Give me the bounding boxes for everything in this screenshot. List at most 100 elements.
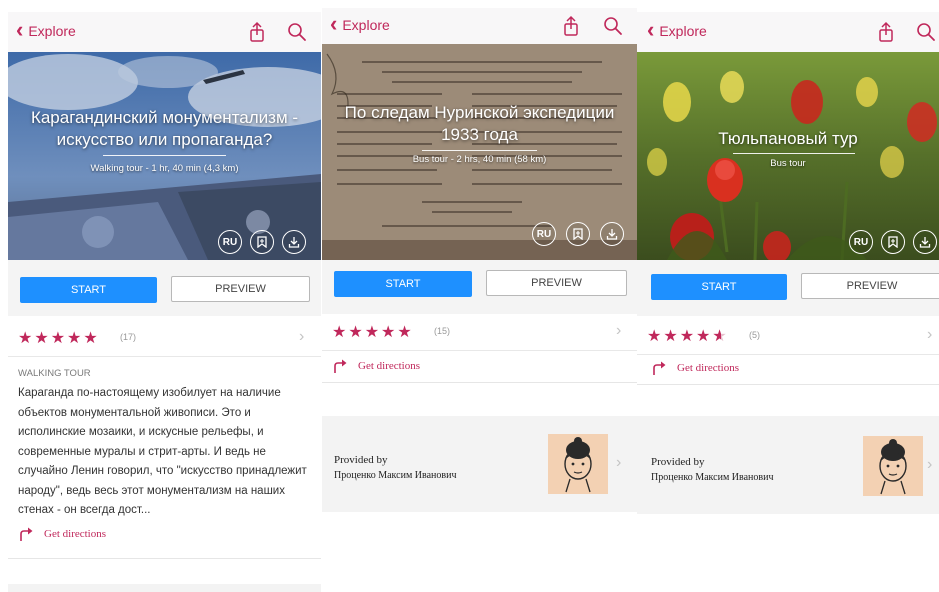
chevron-right-icon: › bbox=[927, 326, 933, 343]
hero-image: Тюльпановый тур Bus tour RU bbox=[637, 52, 939, 260]
start-button[interactable]: START bbox=[334, 271, 472, 297]
get-directions[interactable]: Get directions bbox=[651, 360, 739, 376]
back-label: Explore bbox=[659, 23, 707, 39]
chevron-left-icon: ‹ bbox=[16, 16, 24, 42]
language-button[interactable]: RU bbox=[218, 230, 242, 254]
back-button[interactable]: ‹ Explore bbox=[330, 10, 390, 36]
tulip-field-photo bbox=[637, 52, 939, 260]
back-button[interactable]: ‹ Explore bbox=[16, 16, 76, 42]
bookmark-button[interactable] bbox=[250, 230, 274, 254]
language-button[interactable]: RU bbox=[532, 222, 556, 246]
language-badge: RU bbox=[222, 236, 238, 248]
avatar bbox=[548, 434, 608, 494]
rating-stars: ★★★★★ bbox=[647, 326, 729, 346]
provider-name: Проценко Максим Иванович bbox=[651, 472, 774, 483]
review-count: (17) bbox=[120, 332, 137, 342]
half-star-icon: ★ bbox=[712, 326, 728, 346]
provided-by-label: Provided by bbox=[651, 456, 705, 468]
directions-label: Get directions bbox=[44, 528, 107, 540]
avatar bbox=[863, 436, 923, 496]
language-badge: RU bbox=[536, 228, 552, 240]
rating-row[interactable]: ★★★★★ (5) › bbox=[637, 318, 939, 355]
back-label: Explore bbox=[28, 23, 76, 39]
chevron-right-icon: › bbox=[927, 456, 933, 473]
preview-button[interactable]: PREVIEW bbox=[171, 276, 310, 302]
tour-subtitle: Bus tour bbox=[770, 158, 806, 169]
turn-right-icon bbox=[20, 526, 34, 542]
tour-description: Караганда по-настоящему изобилует на нал… bbox=[18, 387, 307, 516]
bookmark-button[interactable] bbox=[881, 230, 905, 254]
nav-bar: ‹ Explore bbox=[637, 12, 939, 52]
chevron-left-icon: ‹ bbox=[330, 10, 338, 36]
download-icon bbox=[919, 237, 931, 248]
download-icon bbox=[606, 229, 618, 240]
preview-button[interactable]: PREVIEW bbox=[486, 270, 627, 296]
back-label: Explore bbox=[342, 17, 390, 33]
turn-right-icon bbox=[334, 358, 348, 374]
tour-screen-karaganda: ‹ Explore Карагандинский монументализм -… bbox=[8, 12, 321, 592]
title-divider bbox=[103, 155, 226, 156]
search-icon[interactable] bbox=[602, 15, 624, 37]
review-count: (15) bbox=[434, 326, 451, 336]
directions-label: Get directions bbox=[358, 360, 421, 372]
download-button[interactable] bbox=[600, 222, 624, 246]
directions-label: Get directions bbox=[677, 362, 740, 374]
divider bbox=[8, 558, 321, 559]
provider-card[interactable]: Provided by Проценко Максим Иванович › bbox=[637, 416, 939, 514]
provider-strip bbox=[8, 584, 321, 592]
get-directions[interactable]: Get directions bbox=[332, 358, 420, 374]
hero-image: Карагандинский монументализм - искусство… bbox=[8, 52, 321, 260]
start-button[interactable]: START bbox=[651, 274, 787, 300]
hero-image: По следам Нуринской экспедиции 1933 года… bbox=[322, 44, 637, 260]
review-count: (5) bbox=[749, 330, 760, 340]
back-button[interactable]: ‹ Explore bbox=[647, 16, 707, 42]
search-icon[interactable] bbox=[915, 21, 937, 43]
action-area: START PREVIEW bbox=[637, 260, 939, 316]
title-divider bbox=[733, 153, 855, 154]
tour-title: Тюльпановый тур bbox=[718, 129, 858, 148]
chevron-right-icon: › bbox=[299, 328, 305, 345]
divider bbox=[637, 384, 939, 385]
share-icon[interactable] bbox=[560, 15, 582, 37]
tour-screen-tulip: ‹ Explore Тюльпановый тур Bus tour RU ST… bbox=[637, 12, 939, 572]
language-button[interactable]: RU bbox=[849, 230, 873, 254]
tour-subtitle: Bus tour - 2 hrs, 40 min (58 km) bbox=[412, 154, 547, 165]
archive-document-photo bbox=[322, 44, 637, 260]
share-icon[interactable] bbox=[246, 21, 268, 43]
provider-name: Проценко Максим Иванович bbox=[334, 470, 457, 481]
share-icon[interactable] bbox=[875, 21, 897, 43]
title-divider bbox=[422, 150, 537, 151]
download-button[interactable] bbox=[913, 230, 937, 254]
tour-screen-nura: ‹ Explore По следам Нуринской экспедиции… bbox=[322, 8, 637, 568]
chevron-right-icon: › bbox=[616, 322, 622, 339]
turn-right-icon bbox=[653, 360, 667, 376]
search-icon[interactable] bbox=[286, 21, 308, 43]
chevron-right-icon: › bbox=[616, 454, 622, 471]
provided-by-label: Provided by bbox=[334, 454, 388, 466]
bookmark-icon bbox=[888, 236, 898, 248]
nav-bar: ‹ Explore bbox=[322, 8, 637, 44]
tour-subtitle: Walking tour - 1 hr, 40 min (4,3 km) bbox=[90, 163, 239, 174]
provider-card[interactable]: Provided by Проценко Максим Иванович › bbox=[322, 416, 637, 512]
download-button[interactable] bbox=[282, 230, 306, 254]
language-badge: RU bbox=[853, 236, 869, 248]
tour-type: WALKING TOUR bbox=[18, 368, 91, 379]
start-button[interactable]: START bbox=[20, 277, 157, 303]
rating-row[interactable]: ★★★★★ (15) › bbox=[322, 314, 637, 351]
chevron-left-icon: ‹ bbox=[647, 16, 655, 42]
get-directions[interactable]: Get directions bbox=[18, 526, 106, 542]
rating-stars: ★★★★★ bbox=[332, 324, 414, 341]
nav-bar: ‹ Explore bbox=[8, 12, 321, 52]
action-area: START PREVIEW bbox=[322, 260, 637, 314]
bookmark-icon bbox=[573, 228, 583, 240]
action-area: START PREVIEW bbox=[8, 260, 321, 316]
mural-photo bbox=[8, 52, 321, 260]
preview-button[interactable]: PREVIEW bbox=[801, 273, 939, 299]
bookmark-icon bbox=[257, 236, 267, 248]
download-icon bbox=[288, 237, 300, 248]
rating-stars: ★★★★★ bbox=[18, 330, 100, 347]
divider bbox=[322, 382, 637, 383]
rating-row[interactable]: ★★★★★ (17) › bbox=[8, 320, 321, 357]
bookmark-button[interactable] bbox=[566, 222, 590, 246]
tour-title: Карагандинский монументализм - искусство… bbox=[30, 108, 299, 149]
